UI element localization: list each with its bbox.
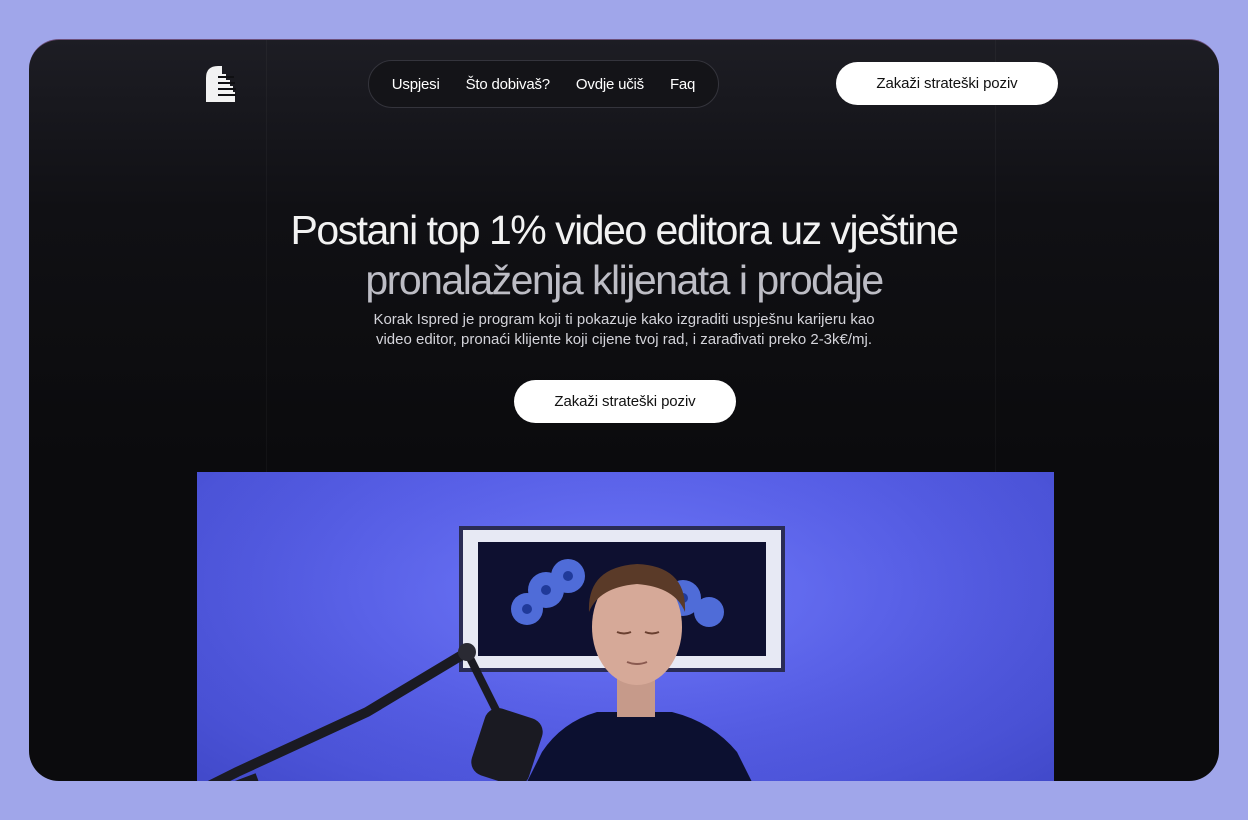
hero-cta-button[interactable]: Zakaži strateški poziv [514, 380, 736, 423]
presenter-video-thumbnail [197, 472, 1054, 781]
hero-title-line-1: Postani top 1% video editora uz vještine [290, 207, 959, 253]
nav-item-uspjesi[interactable]: Uspjesi [392, 76, 440, 93]
hero-subtitle-line-2: video editor, pronaći klijente koji cije… [375, 331, 873, 348]
video-player[interactable] [197, 472, 1054, 781]
nav-item-sto-dobivas[interactable]: Što dobivaš? [466, 76, 551, 93]
nav-item-faq[interactable]: Faq [670, 76, 695, 93]
nav-item-ovdje-ucis[interactable]: Ovdje učiš [576, 76, 644, 93]
site-frame: Uspjesi Što dobivaš? Ovdje učiš Faq Zaka… [29, 39, 1219, 781]
hero-title-line-2: pronalaženja klijenata i prodaje [365, 257, 884, 303]
main-nav: Uspjesi Što dobivaš? Ovdje učiš Faq [368, 60, 719, 108]
header-cta-button[interactable]: Zakaži strateški poziv [836, 62, 1058, 105]
stairs-logo-icon[interactable] [206, 66, 236, 104]
hero-subtitle-line-1: Korak Ispred je program koji ti pokazuje… [373, 311, 875, 328]
